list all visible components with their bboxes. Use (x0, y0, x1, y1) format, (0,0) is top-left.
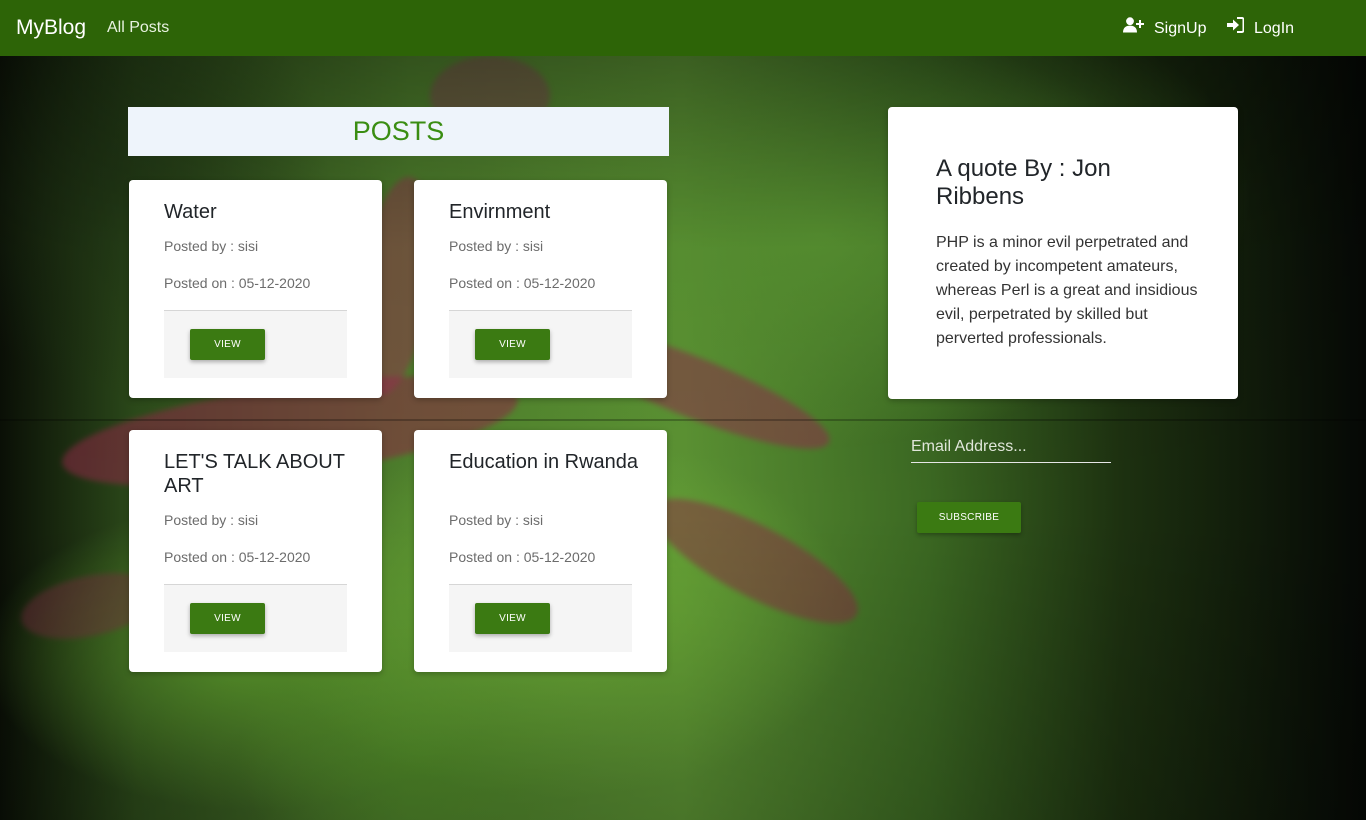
email-input[interactable] (911, 432, 1111, 463)
post-card-footer: VIEW (449, 584, 632, 652)
post-date: Posted on : 05-12-2020 (164, 549, 311, 565)
view-button[interactable]: VIEW (190, 329, 265, 360)
nav-signup[interactable]: SignUp (1123, 17, 1206, 40)
post-author: Posted by : sisi (449, 238, 544, 254)
view-button[interactable]: VIEW (190, 603, 265, 634)
signup-label: SignUp (1154, 19, 1207, 37)
subscribe-button[interactable]: SUBSCRIBE (917, 502, 1021, 533)
sign-in-icon (1227, 17, 1254, 40)
post-title: Education in Rwanda (449, 451, 639, 473)
post-author: Posted by : sisi (449, 512, 544, 528)
post-card-water: Water Posted by : sisi Posted on : 05-12… (129, 180, 382, 398)
post-author: Posted by : sisi (164, 238, 259, 254)
post-card-envirnment: Envirnment Posted by : sisi Posted on : … (414, 180, 667, 398)
quote-card: A quote By : Jon Ribbens PHP is a minor … (888, 107, 1238, 399)
post-date: Posted on : 05-12-2020 (449, 275, 596, 291)
post-title: LET'S TALK ABOUT ART (164, 451, 345, 497)
nav-login[interactable]: LogIn (1227, 17, 1294, 40)
post-card-footer: VIEW (164, 584, 347, 652)
post-title: Water (164, 201, 217, 223)
navbar: MyBlog All Posts SignUp LogIn (0, 0, 1366, 56)
post-author: Posted by : sisi (164, 512, 259, 528)
post-card-art: LET'S TALK ABOUT ART Posted by : sisi Po… (129, 430, 382, 672)
posts-heading: POSTS (128, 107, 669, 156)
post-title: Envirnment (449, 201, 551, 223)
nav-all-posts[interactable]: All Posts (107, 17, 169, 39)
post-card-footer: VIEW (449, 310, 632, 378)
quote-text: PHP is a minor evil perpetrated and crea… (936, 234, 1198, 347)
post-date: Posted on : 05-12-2020 (449, 549, 596, 565)
post-date: Posted on : 05-12-2020 (164, 275, 311, 291)
brand-logo[interactable]: MyBlog (16, 14, 86, 42)
quote-title: A quote By : Jon Ribbens (936, 155, 1111, 210)
view-button[interactable]: VIEW (475, 603, 550, 634)
view-button[interactable]: VIEW (475, 329, 550, 360)
login-label: LogIn (1254, 19, 1295, 37)
user-plus-icon (1123, 17, 1154, 40)
post-card-education: Education in Rwanda Posted by : sisi Pos… (414, 430, 667, 672)
post-card-footer: VIEW (164, 310, 347, 378)
